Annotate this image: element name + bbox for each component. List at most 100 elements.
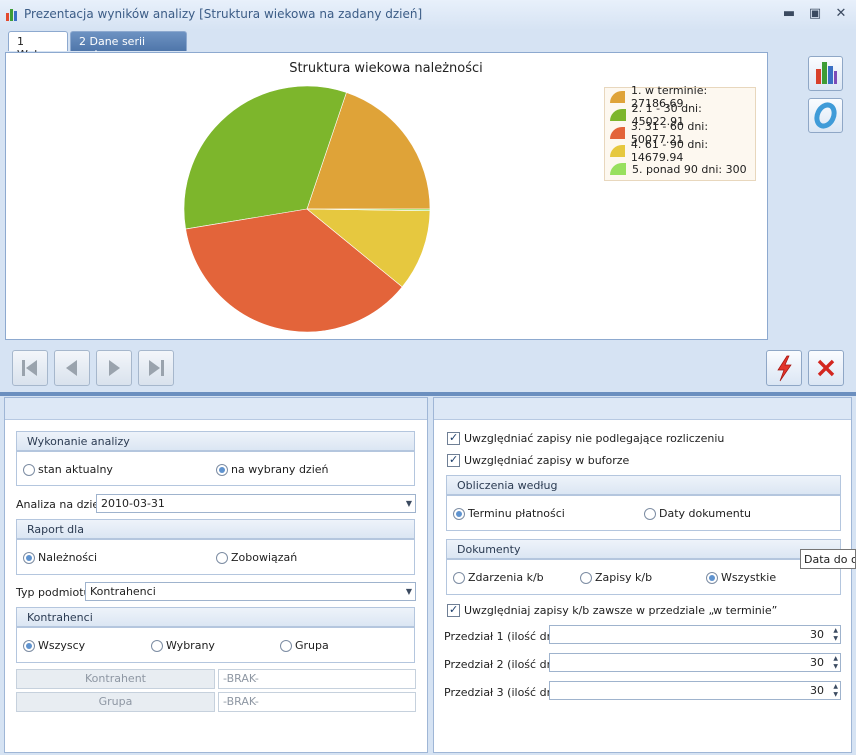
przedzial-3-label: Przedział 3 (ilość dni) <box>444 686 561 699</box>
checkbox-bufor[interactable]: Uwzględniać zapisy w buforze <box>447 453 630 467</box>
legend-item: 5. ponad 90 dni: 300 <box>605 160 755 178</box>
spin-up-icon[interactable]: ▲ <box>833 627 838 634</box>
title-bar: Prezentacja wyników analizy [Struktura w… <box>0 0 856 30</box>
radio-naleznosci-icon <box>23 551 35 564</box>
radio-wszystkie[interactable]: Wszystkie <box>706 571 776 584</box>
right-panel-header <box>434 398 851 420</box>
legend-swatch <box>610 127 625 139</box>
przedzial-1-value: 30 <box>810 628 824 641</box>
przedzial-1-label: Przedział 1 (ilość dni) <box>444 630 561 643</box>
close-button[interactable]: ✕ <box>832 5 850 23</box>
radio-na-wybrany-dzien[interactable]: na wybrany dzień <box>216 463 329 476</box>
analiza-date-value: 2010-03-31 <box>101 497 165 510</box>
typ-podmiotu-select[interactable]: Kontrahenci ▼ <box>85 582 416 601</box>
next-icon <box>109 360 120 376</box>
radio-termin-platnosci[interactable]: Terminu płatności <box>453 507 565 520</box>
group-kontrahenci-title: Kontrahenci <box>16 607 415 627</box>
grupa-field: -BRAK- <box>218 692 416 712</box>
chart-type-icon <box>816 62 837 84</box>
spin-down-icon[interactable]: ▼ <box>833 635 838 642</box>
group-wykonanie-title: Wykonanie analizy <box>16 431 415 451</box>
radio-stan-aktualny-icon <box>23 463 35 476</box>
left-panel: Wykonanie analizy stan aktualny na wybra… <box>4 397 428 753</box>
refresh-button[interactable] <box>808 98 843 133</box>
cancel-button[interactable] <box>808 350 844 386</box>
radio-wybrany-label: Wybrany <box>166 639 215 652</box>
last-record-button[interactable] <box>138 350 174 386</box>
przedzial-2-value: 30 <box>810 656 824 669</box>
radio-data-dokumentu[interactable]: Daty dokumentu <box>644 507 751 520</box>
prev-record-button[interactable] <box>54 350 90 386</box>
spin-up-icon[interactable]: ▲ <box>833 655 838 662</box>
close-x-icon <box>817 359 835 377</box>
grupa-button[interactable]: Grupa <box>16 692 215 712</box>
radio-termin-platnosci-label: Terminu płatności <box>468 507 565 520</box>
chart-legend: 1. w terminie: 27186.69 2. 1 - 30 dni: 45… <box>604 84 756 181</box>
radio-na-wybrany-dzien-icon <box>216 463 228 476</box>
dropdown-arrow-icon: ▼ <box>405 587 412 596</box>
group-kontrahenci: Wszyscy Wybrany Grupa <box>16 627 415 663</box>
run-analysis-button[interactable] <box>766 350 802 386</box>
spin-up-icon[interactable]: ▲ <box>833 683 838 690</box>
radio-naleznosci-label: Należności <box>38 551 98 564</box>
radio-naleznosci[interactable]: Należności <box>23 551 97 564</box>
radio-wszyscy-label: Wszyscy <box>38 639 86 652</box>
app-chart-icon <box>6 9 17 21</box>
radio-zdarzenia-kb[interactable]: Zdarzenia k/b <box>453 571 544 584</box>
analiza-date-select[interactable]: 2010-03-31 ▼ <box>96 494 416 513</box>
checkbox-nie-podlegajace-label: Uwzględniać zapisy nie podlegające rozli… <box>464 432 725 445</box>
przedzial-1-spinner[interactable]: 30 ▲ ▼ <box>549 625 841 644</box>
tooltip: Data do ob <box>800 549 856 569</box>
radio-wybrany[interactable]: Wybrany <box>151 639 215 652</box>
checkbox-bufor-label: Uwzględniać zapisy w buforze <box>464 454 630 467</box>
radio-zapisy-kb-icon <box>580 571 592 584</box>
przedzial-3-value: 30 <box>810 684 824 697</box>
close-icon: ✕ <box>835 6 847 21</box>
refresh-icon <box>814 102 837 129</box>
maximize-button[interactable]: ▣ <box>806 5 824 23</box>
przedzial-2-spinner[interactable]: 30 ▲ ▼ <box>549 653 841 672</box>
spin-down-icon[interactable]: ▼ <box>833 663 838 670</box>
group-dokumenty-title: Dokumenty <box>446 539 841 559</box>
spin-down-icon[interactable]: ▼ <box>833 691 838 698</box>
radio-zapisy-kb[interactable]: Zapisy k/b <box>580 571 652 584</box>
radio-wszystkie-icon <box>706 571 718 584</box>
legend-swatch <box>610 145 625 157</box>
first-record-button[interactable] <box>12 350 48 386</box>
checkbox-w-terminie[interactable]: Uwzględniaj zapisy k/b zawsze w przedzia… <box>447 603 778 617</box>
legend-label: 5. ponad 90 dni: 300 <box>632 162 747 176</box>
legend-item: 4. 61 - 90 dni: 14679.94 <box>605 138 755 164</box>
window-title: Prezentacja wyników analizy [Struktura w… <box>24 7 423 21</box>
first-icon <box>22 360 37 376</box>
radio-stan-aktualny[interactable]: stan aktualny <box>23 463 113 476</box>
analiza-label: Analiza na dzień <box>16 498 107 511</box>
radio-zobowiazan[interactable]: Zobowiązań <box>216 551 297 564</box>
radio-zdarzenia-kb-icon <box>453 571 465 584</box>
radio-wszyscy[interactable]: Wszyscy <box>23 639 85 652</box>
dropdown-arrow-icon: ▼ <box>405 499 412 508</box>
radio-na-wybrany-dzien-label: na wybrany dzień <box>231 463 329 476</box>
przedzial-3-spinner[interactable]: 30 ▲ ▼ <box>549 681 841 700</box>
legend-swatch <box>610 91 626 103</box>
maximize-icon: ▣ <box>808 6 822 21</box>
group-obliczenia: Terminu płatności Daty dokumentu <box>446 495 841 531</box>
radio-wybrany-icon <box>151 639 163 652</box>
kontrahent-button[interactable]: Kontrahent <box>16 669 215 689</box>
radio-grupa[interactable]: Grupa <box>280 639 329 652</box>
splitter[interactable] <box>0 392 856 396</box>
group-obliczenia-title: Obliczenia według <box>446 475 841 495</box>
minimize-button[interactable]: ▬ <box>780 5 798 23</box>
przedzial-2-label: Przedział 2 (ilość dni) <box>444 658 561 671</box>
chart-type-button[interactable] <box>808 56 843 91</box>
tab-dane-serii[interactable]: 2 Dane serii wykresu <box>70 31 187 61</box>
radio-wszyscy-icon <box>23 639 35 652</box>
legend-swatch <box>610 163 626 175</box>
checkbox-w-terminie-label: Uwzględniaj zapisy k/b zawsze w przedzia… <box>464 604 778 617</box>
tab-wykres[interactable]: 1 Wykres <box>8 31 68 61</box>
checkbox-nie-podlegajace[interactable]: Uwzględniać zapisy nie podlegające rozli… <box>447 431 725 445</box>
checkbox-bufor-icon <box>447 453 460 467</box>
next-record-button[interactable] <box>96 350 132 386</box>
radio-zobowiazan-icon <box>216 551 228 564</box>
radio-zapisy-kb-label: Zapisy k/b <box>595 571 653 584</box>
prev-icon <box>66 360 77 376</box>
